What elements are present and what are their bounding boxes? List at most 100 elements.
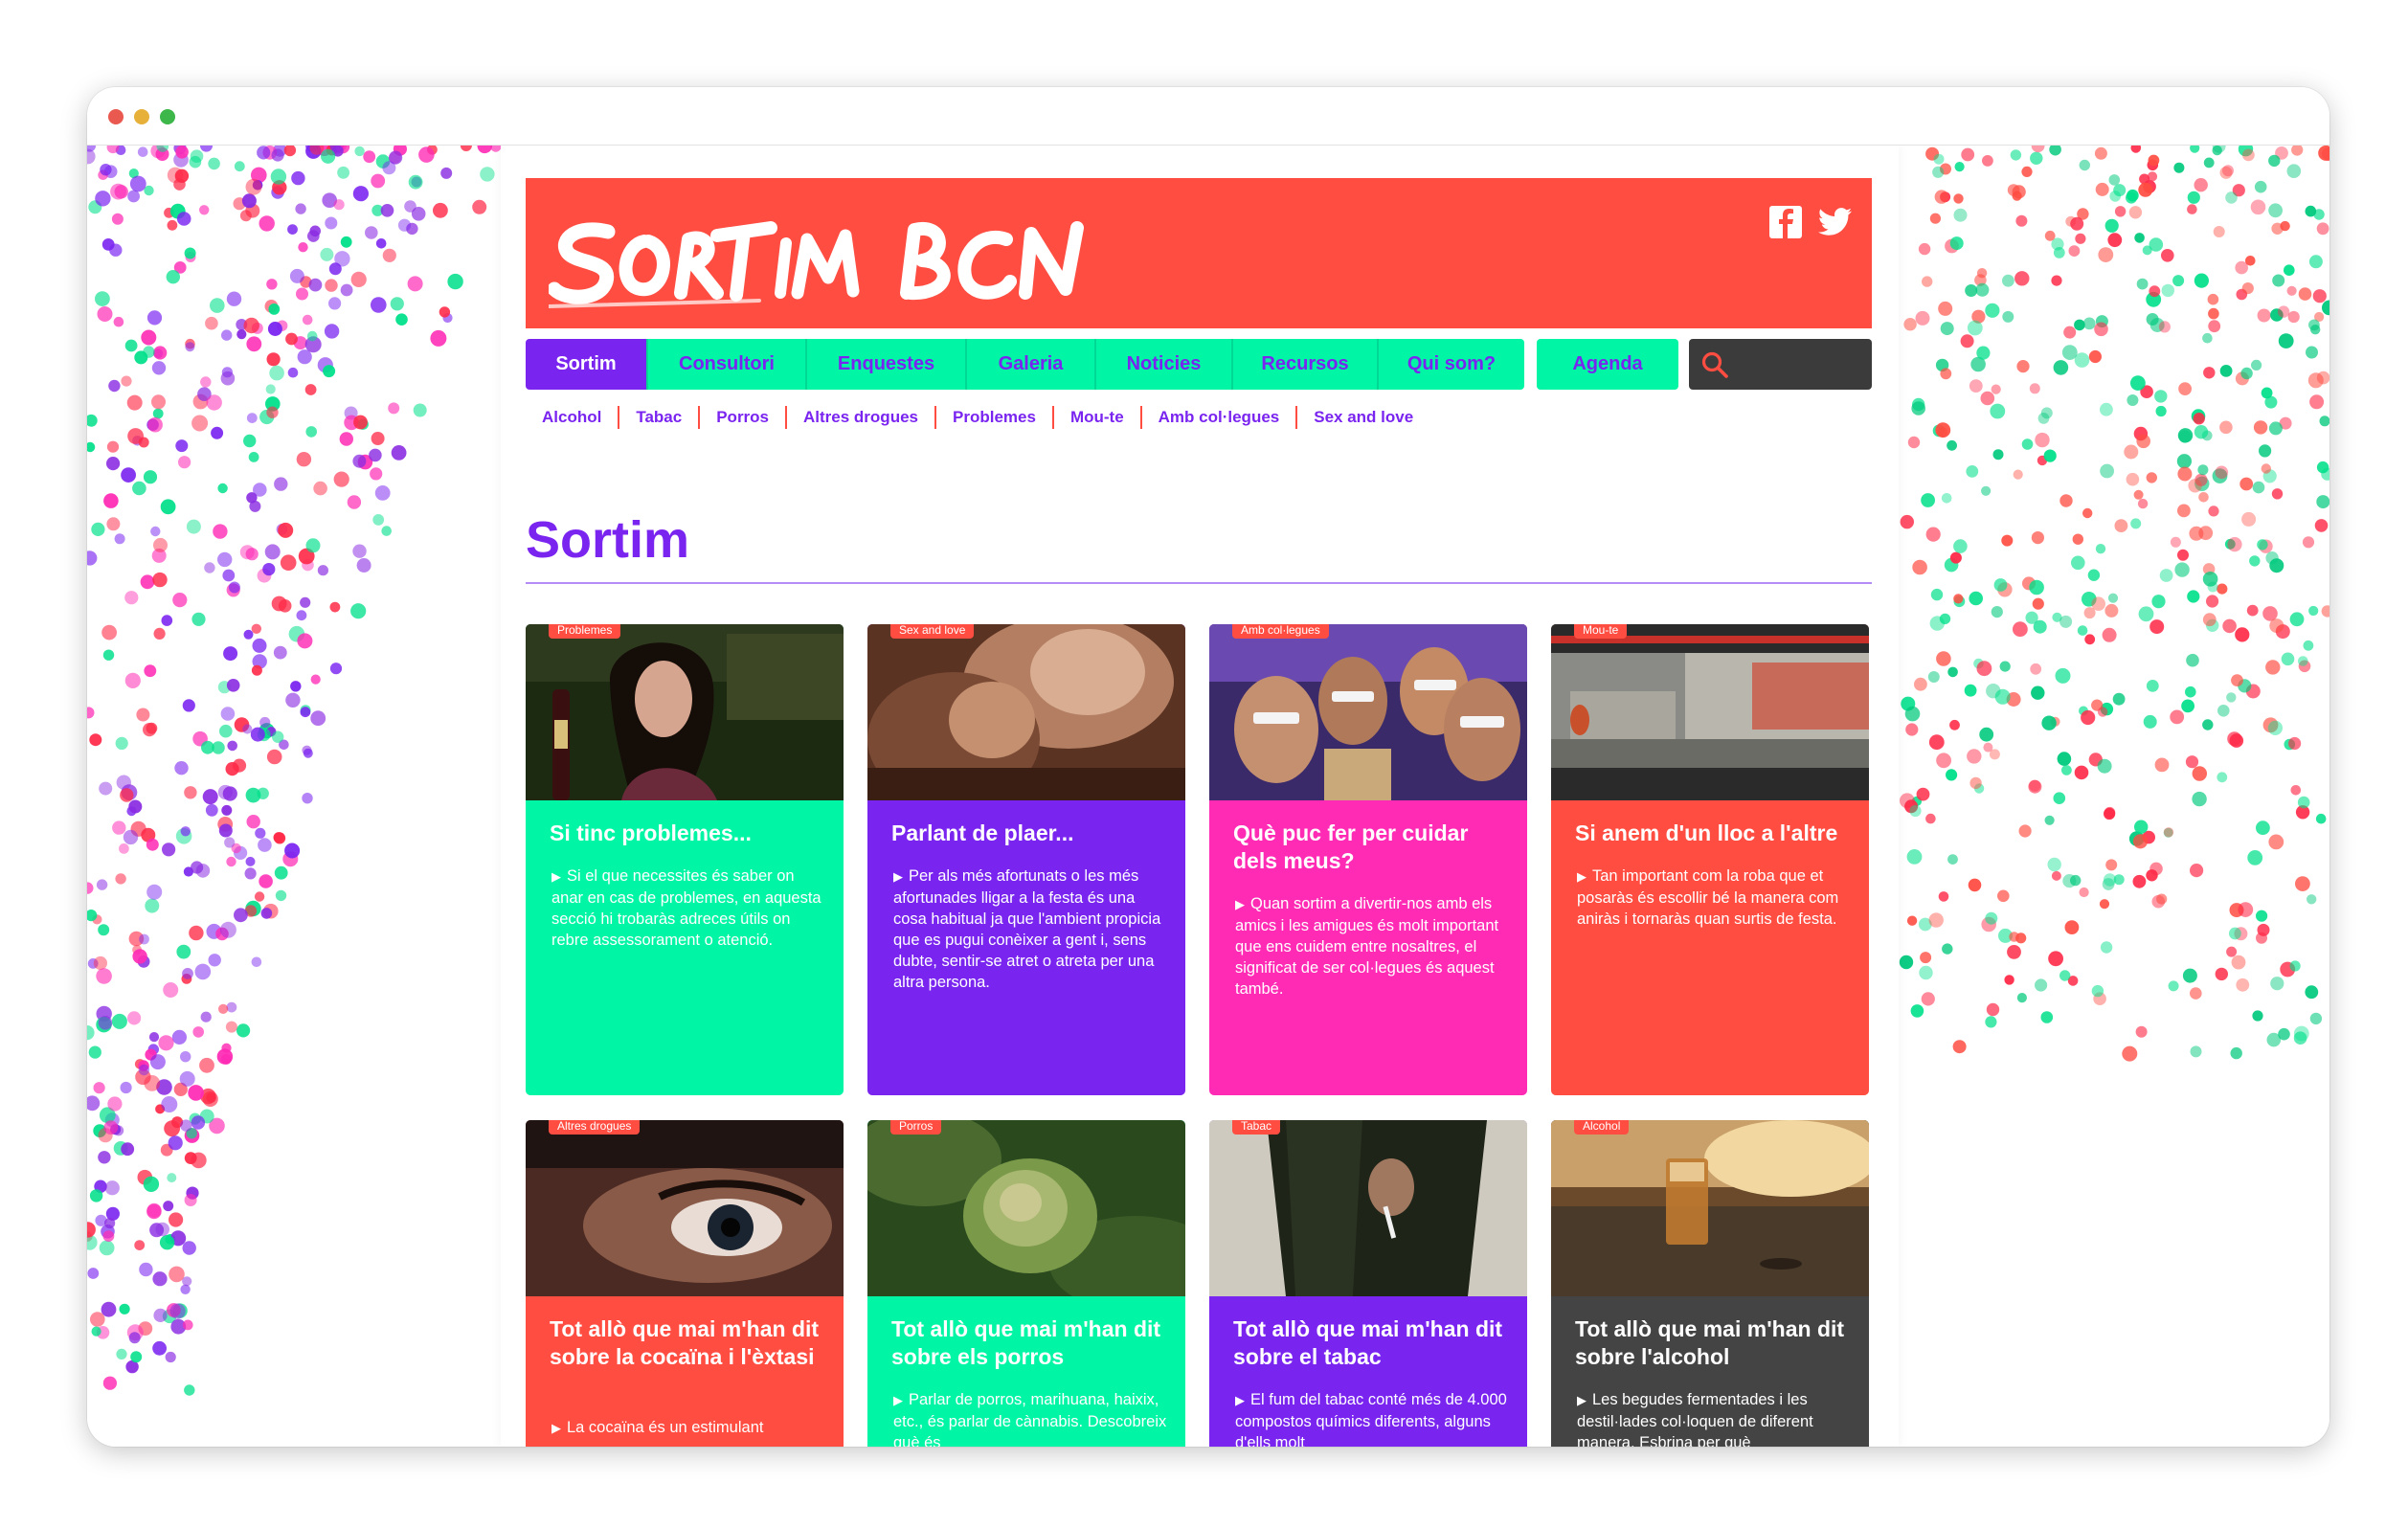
category-tag[interactable]: Altres drogues	[549, 1120, 641, 1135]
confetti-dot	[1935, 422, 1951, 438]
confetti-dot	[2047, 857, 2061, 872]
subnav-item-alcohol[interactable]: Alcohol	[526, 406, 618, 429]
subnav-item-problemes[interactable]: Problemes	[934, 406, 1052, 429]
confetti-dot	[278, 599, 292, 613]
card-title[interactable]: Què puc fer per cuidar dels meus?	[1233, 820, 1511, 875]
subnav-item-tabac[interactable]: Tabac	[618, 406, 698, 429]
card-title[interactable]: Tot allò que mai m'han dit sobre el taba…	[1233, 1315, 1511, 1371]
confetti-dot	[1967, 749, 1982, 764]
nav-item-qui-som[interactable]: Qui som?	[1379, 339, 1524, 390]
nav-item-consultori[interactable]: Consultori	[648, 339, 807, 390]
confetti-dot	[1992, 449, 2004, 461]
confetti-dot	[2293, 1031, 2307, 1045]
card-excerpt: ▶ Tan important com la roba que et posarà…	[1577, 867, 1839, 928]
confetti-dot	[115, 873, 126, 885]
confetti-dot	[191, 1115, 206, 1130]
confetti-dot	[95, 291, 110, 306]
confetti-dot	[191, 612, 206, 626]
article-card-altres-drogues[interactable]: Altres drogues Tot allò que mai m'han di…	[526, 1120, 844, 1447]
facebook-icon[interactable]	[1768, 205, 1803, 239]
confetti-dot	[138, 1064, 150, 1076]
confetti-dot	[2277, 305, 2290, 318]
nav-item-sortim[interactable]: Sortim	[526, 339, 648, 390]
card-image	[1209, 1120, 1527, 1296]
confetti-dot	[1976, 268, 1988, 279]
category-tag[interactable]: Tabac	[1232, 1120, 1281, 1135]
category-tag[interactable]: Problemes	[549, 624, 621, 639]
confetti-dot	[1938, 891, 1949, 902]
nav-item-enquestes[interactable]: Enquestes	[807, 339, 967, 390]
confetti-dot	[430, 329, 447, 347]
confetti-dot	[257, 787, 269, 799]
category-tag[interactable]: Sex and love	[890, 624, 975, 639]
card-body: Tot allò que mai m'han dit sobre l'alcoh…	[1551, 1296, 1869, 1447]
confetti-dot	[2028, 779, 2042, 794]
card-title[interactable]: Parlant de plaer...	[891, 820, 1169, 847]
confetti-dot	[243, 317, 259, 334]
article-card-tabac[interactable]: Tabac Tot allò que mai m'han dit sobre e…	[1209, 1120, 1527, 1447]
confetti-dot	[167, 1173, 177, 1183]
card-title[interactable]: Tot allò que mai m'han dit sobre els por…	[891, 1315, 1169, 1371]
card-title[interactable]: Tot allò que mai m'han dit sobre l'alcoh…	[1575, 1315, 1853, 1371]
search-input[interactable]	[1689, 339, 1872, 390]
confetti-dot	[87, 707, 95, 719]
confetti-dot	[1949, 719, 1960, 730]
card-title[interactable]: Si tinc problemes...	[550, 820, 827, 847]
search-icon[interactable]	[1700, 350, 1729, 379]
category-tag[interactable]: Mou-te	[1574, 624, 1628, 639]
confetti-dot	[1967, 320, 1983, 336]
confetti-dot	[2269, 558, 2284, 573]
twitter-icon[interactable]	[1818, 205, 1853, 239]
confetti-dot	[2185, 685, 2196, 698]
confetti-dot	[2151, 595, 2166, 609]
confetti-dot	[146, 838, 159, 851]
confetti-dot	[325, 279, 338, 292]
confetti-dot	[2268, 203, 2284, 218]
confetti-dot	[1986, 1002, 2000, 1017]
confetti-dot	[296, 287, 308, 301]
subnav-item-sex-and-love[interactable]: Sex and love	[1295, 406, 1429, 429]
subnav-item-mou-te[interactable]: Mou-te	[1051, 406, 1140, 429]
article-card-amb-collegues[interactable]: Amb col·legues Què puc fer per cuidar de…	[1209, 624, 1527, 1095]
maximize-window-button[interactable]	[160, 109, 175, 124]
confetti-dot	[1969, 379, 1983, 393]
category-tag[interactable]: Alcohol	[1574, 1120, 1630, 1135]
confetti-dot	[2130, 146, 2142, 153]
confetti-dot	[2219, 420, 2233, 435]
minimize-window-button[interactable]	[134, 109, 149, 124]
subnav-item-porros[interactable]: Porros	[698, 406, 785, 429]
nav-item-agenda[interactable]: Agenda	[1537, 339, 1678, 390]
confetti-dot	[352, 544, 367, 558]
site-logo[interactable]	[549, 193, 1104, 318]
confetti-dot	[2265, 660, 2281, 675]
nav-item-noticies[interactable]: Noticies	[1096, 339, 1233, 390]
article-card-sex-and-love[interactable]: Sex and love Parlant de plaer... ▶ Per al…	[867, 624, 1185, 1095]
subnav-item-amb-collegues[interactable]: Amb col·legues	[1139, 406, 1296, 429]
confetti-dot	[2010, 149, 2022, 161]
confetti-dot	[2257, 923, 2270, 936]
card-title[interactable]: Si anem d'un lloc a l'altre	[1575, 820, 1853, 847]
confetti-dot	[2072, 533, 2083, 545]
article-card-alcohol[interactable]: Alcohol Tot allò que mai m'han dit sobre…	[1551, 1120, 1869, 1447]
confetti-dot	[106, 517, 121, 531]
confetti-dot	[191, 415, 209, 432]
nav-item-recursos[interactable]: Recursos	[1233, 339, 1379, 390]
confetti-dot	[2268, 154, 2281, 168]
subnav-item-altres-drogues[interactable]: Altres drogues	[785, 406, 934, 429]
article-card-porros[interactable]: Porros Tot allò que mai m'han dit sobre …	[867, 1120, 1185, 1447]
confetti-dot	[2264, 395, 2278, 409]
confetti-dot	[151, 361, 167, 375]
confetti-dot	[2203, 367, 2216, 379]
confetti-dot	[1976, 661, 1992, 677]
confetti-dot	[93, 955, 107, 971]
article-card-problemes[interactable]: Problemes Si tinc problemes... ▶ Si el qu…	[526, 624, 844, 1095]
confetti-dot	[132, 949, 147, 964]
category-tag[interactable]: Porros	[890, 1120, 942, 1135]
category-tag[interactable]: Amb col·legues	[1232, 624, 1329, 639]
article-card-mou-te[interactable]: Mou-te Si anem d'un lloc a l'altre ▶ Tan …	[1551, 624, 1869, 1095]
close-window-button[interactable]	[108, 109, 124, 124]
card-title[interactable]: Tot allò que mai m'han dit sobre la coca…	[550, 1315, 827, 1371]
nav-item-galeria[interactable]: Galeria	[967, 339, 1096, 390]
confetti-dot	[153, 537, 168, 552]
confetti-dot	[2254, 180, 2267, 193]
